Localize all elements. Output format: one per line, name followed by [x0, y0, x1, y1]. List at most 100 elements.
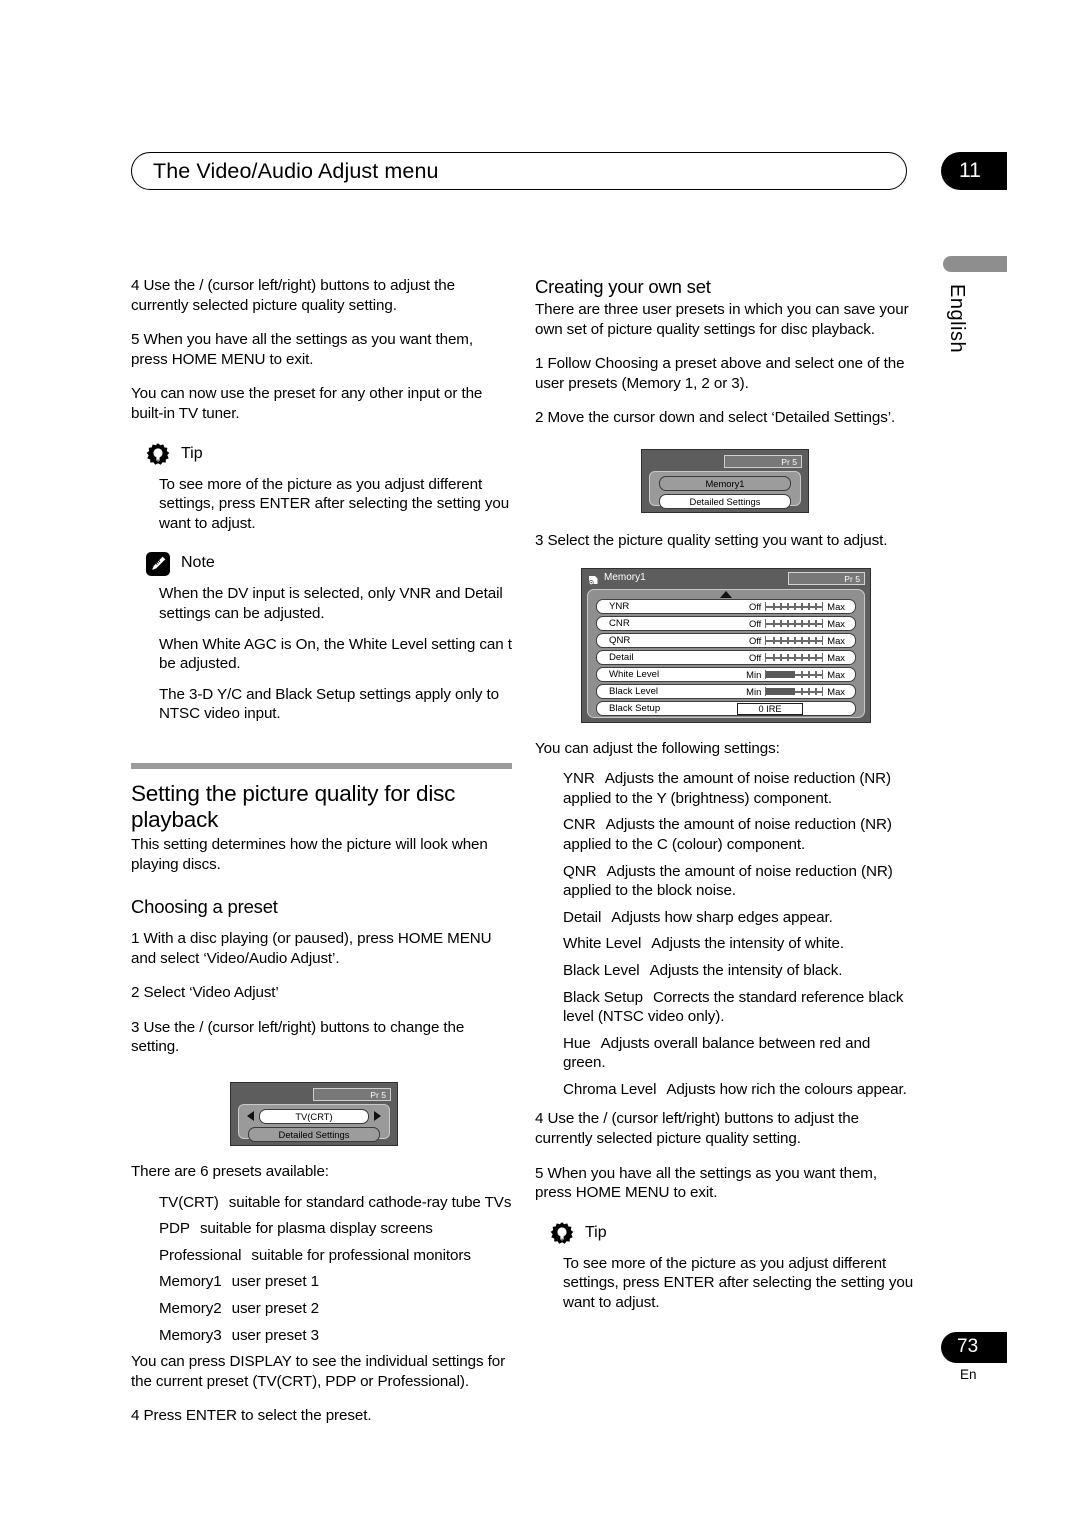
- pencil-note-icon: [145, 551, 171, 577]
- setting-label: Detail: [609, 651, 634, 663]
- setting-label: CNR: [609, 617, 630, 629]
- setting-row[interactable]: QNR Off Max: [596, 632, 856, 648]
- setting-label: White Level: [609, 668, 660, 680]
- setting-max-label: Max: [827, 634, 845, 646]
- memory-preset-button[interactable]: Memory1: [659, 475, 791, 491]
- preset-desc: suitable for standard cathode-ray tube T…: [228, 1193, 512, 1211]
- setting-min-label: Min: [746, 668, 762, 680]
- preset-list-item: TV(CRT) suitable for standard cathode-ray…: [131, 1193, 512, 1213]
- setting-description-item: CNR Adjusts the amount of noise reduction…: [535, 815, 916, 854]
- memory-screenshot-row-preset: Memory1: [659, 475, 791, 491]
- presets-intro: There are 6 presets available:: [131, 1163, 329, 1181]
- preset-screenshot-panel: TV(CRT) Detailed Settings: [238, 1104, 390, 1143]
- setting-min-label: Off: [748, 634, 762, 646]
- page-number: 73: [957, 1336, 979, 1357]
- page-number-tab: 73: [941, 1332, 1007, 1363]
- detailed-settings-button[interactable]: Detailed Settings: [659, 493, 791, 509]
- setting-max-label: Max: [827, 651, 845, 663]
- left-arrow-icon: [247, 1111, 254, 1122]
- setting-definition: Adjusts the amount of noise reduction (N…: [563, 862, 893, 900]
- setting-max-label: Max: [827, 668, 845, 680]
- setting-row[interactable]: Detail Off Max: [596, 649, 856, 665]
- memory-screenshot-row-detailed: Detailed Settings: [659, 493, 791, 509]
- setting-control[interactable]: 0 IRE: [737, 702, 803, 715]
- creating-own-set-intro: There are three user presets in which yo…: [535, 301, 909, 338]
- setting-row[interactable]: White Level Min Max: [596, 666, 856, 682]
- lightbulb-gear-icon: [549, 1221, 575, 1247]
- black-setup-value[interactable]: 0 IRE: [737, 702, 803, 715]
- display-button-note: You can press DISPLAY to see the individ…: [131, 1353, 506, 1390]
- setting-min-label: Off: [748, 651, 762, 663]
- note-item: The 3-D Y/C and Black Setup settings app…: [159, 685, 500, 723]
- setting-definition: Adjusts how rich the colours appear.: [666, 1080, 907, 1098]
- setting-description-item: QNR Adjusts the amount of noise reduction…: [535, 862, 916, 901]
- setting-definition: Adjusts the intensity of black.: [649, 961, 843, 979]
- preset-step-4: 4 Press ENTER to select the preset.: [131, 1407, 372, 1425]
- setting-description-item: Detail Adjusts how sharp edges appear.: [535, 908, 916, 928]
- setting-control[interactable]: Min Max: [746, 669, 845, 681]
- setting-control[interactable]: Off Max: [749, 601, 845, 613]
- note-label: Note: [181, 554, 215, 572]
- setting-gauge[interactable]: [765, 670, 824, 680]
- scroll-up-arrow-icon[interactable]: [720, 590, 732, 598]
- preset-list-item: Memory3 user preset 3: [131, 1326, 512, 1346]
- setting-control[interactable]: Off Max: [749, 618, 845, 630]
- memory-screenshot-pr-label: Pr 5: [724, 454, 802, 468]
- note-callout-header: Note: [145, 551, 512, 579]
- tip-label: Tip: [585, 1223, 607, 1241]
- page-title: The Video/Audio Adjust menu: [153, 159, 439, 183]
- setting-control[interactable]: Min Max: [746, 686, 845, 698]
- disc-icon: [588, 573, 599, 585]
- setting-term: Black Level: [563, 961, 640, 979]
- preset-name: TV(CRT): [159, 1193, 219, 1211]
- setting-min-label: Off: [748, 617, 762, 629]
- preset-name: Memory2: [159, 1300, 222, 1318]
- preset-list-item: Professional suitable for professional mo…: [131, 1246, 512, 1266]
- setting-term: Chroma Level: [563, 1080, 657, 1098]
- right-arrow-icon: [374, 1111, 381, 1122]
- tip-callout-body: To see more of the picture as you adjust…: [535, 1254, 916, 1313]
- preset-name: Memory3: [159, 1326, 222, 1344]
- setting-term: Black Setup: [563, 988, 643, 1006]
- setting-description-item: Hue Adjusts overall balance between red a…: [535, 1034, 916, 1073]
- setting-row[interactable]: CNR Off Max: [596, 615, 856, 631]
- left-step-5-extra: You can now use the preset for any other…: [131, 385, 483, 422]
- setting-control[interactable]: Off Max: [749, 635, 845, 647]
- detailed-settings-button[interactable]: Detailed Settings: [248, 1127, 380, 1143]
- tip-label: Tip: [181, 444, 203, 462]
- language-label: English: [946, 284, 968, 354]
- tip-text: To see more of the picture as you adjust…: [159, 475, 510, 532]
- preset-desc: user preset 1: [231, 1273, 319, 1291]
- chapter-number: 11: [959, 159, 981, 182]
- creating-own-set-heading: Creating your own set: [535, 276, 711, 297]
- setting-row[interactable]: Black Setup 0 IRE: [596, 700, 856, 716]
- setting-control[interactable]: Off Max: [749, 652, 845, 664]
- setting-gauge[interactable]: [765, 619, 824, 629]
- language-tab-bar: [943, 256, 1007, 272]
- setting-row[interactable]: YNR Off Max: [596, 598, 856, 614]
- setting-label: Black Level: [609, 685, 659, 697]
- setting-row[interactable]: Black Level Min Max: [596, 683, 856, 699]
- note-item: When the DV input is selected, only VNR …: [159, 585, 503, 622]
- setting-max-label: Max: [827, 617, 845, 629]
- right-step-4: 4 Use the / (cursor left/right) buttons …: [535, 1110, 859, 1148]
- setting-term: Detail: [563, 908, 602, 926]
- preset-step-3: 3 Use the / (cursor left/right) buttons …: [131, 1018, 465, 1056]
- setting-definition: Adjusts the amount of noise reduction (N…: [563, 770, 891, 807]
- setting-definition: Adjusts the intensity of white.: [651, 935, 845, 953]
- setting-gauge[interactable]: [765, 636, 824, 646]
- running-header: The Video/Audio Adjust menu: [131, 152, 909, 192]
- setting-gauge[interactable]: [765, 653, 824, 663]
- setting-gauge[interactable]: [765, 687, 824, 697]
- setting-gauge[interactable]: [765, 602, 824, 612]
- setting-description-item: White Level Adjusts the intensity of whit…: [535, 934, 916, 954]
- subsection-heading-choosing-a-preset: Choosing a preset: [131, 896, 278, 918]
- tip-callout-body: To see more of the picture as you adjust…: [131, 475, 512, 534]
- section-intro: This setting determines how the picture …: [131, 835, 488, 873]
- preset-name: PDP: [159, 1220, 190, 1238]
- tip-text: To see more of the picture as you adjust…: [563, 1254, 914, 1312]
- preset-desc: suitable for plasma display screens: [199, 1220, 433, 1238]
- note-item: When White AGC is On, the White Level se…: [159, 635, 512, 673]
- own-set-step-2: 2 Move the cursor down and select ‘Detai…: [535, 409, 896, 427]
- preset-value-button[interactable]: TV(CRT): [259, 1109, 369, 1125]
